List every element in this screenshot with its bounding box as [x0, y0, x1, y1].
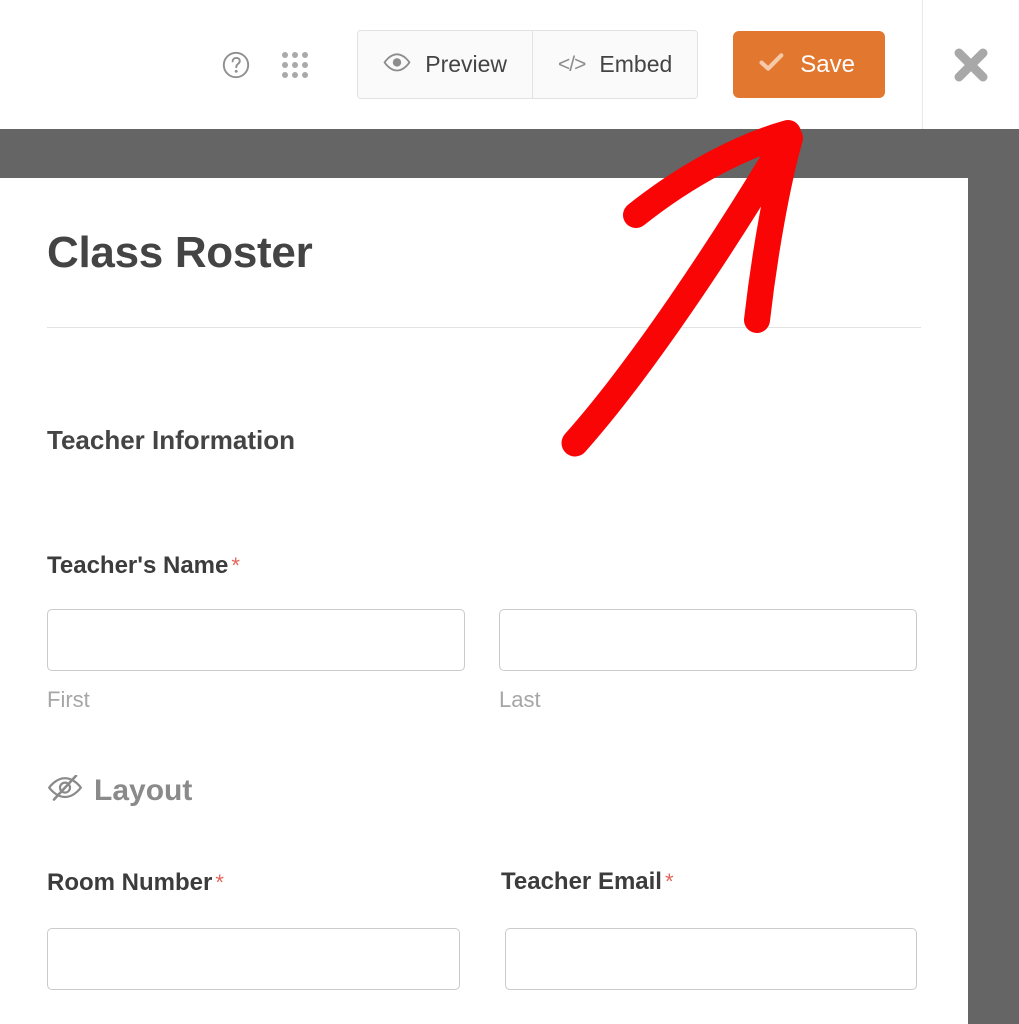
sublabel-first: First [47, 687, 90, 712]
check-icon [759, 51, 784, 79]
close-x-icon[interactable] [923, 0, 1019, 129]
label-teacher-email: Teacher Email * [501, 868, 674, 896]
app-grid-icon[interactable] [280, 50, 310, 80]
preview-button-label: Preview [425, 51, 508, 77]
app-screen: Preview </> Embed Save Class Roster Teac… [0, 0, 1019, 1024]
teacher-first-name-input[interactable] [47, 609, 465, 671]
embed-button[interactable]: </> Embed [532, 31, 698, 98]
required-asterisk: * [231, 553, 240, 578]
label-room-number: Room Number * [47, 869, 224, 897]
required-asterisk: * [664, 869, 674, 894]
save-button-label: Save [800, 50, 855, 78]
grid-dot [292, 71, 299, 78]
grid-dot [302, 71, 309, 78]
help-circle-icon[interactable] [221, 50, 251, 80]
teacher-email-input[interactable] [505, 928, 917, 990]
save-button[interactable]: Save [733, 31, 885, 98]
section-heading-teacher-information: Teacher Information [47, 425, 296, 455]
eye-icon [383, 51, 411, 78]
grid-dot [282, 61, 289, 68]
label-text: Teacher Email [501, 868, 662, 895]
grid-dot [292, 51, 299, 58]
label-teachers-name: Teacher's Name * [47, 552, 240, 580]
code-icon: </> [558, 52, 586, 76]
layout-section-heading[interactable]: Layout [47, 773, 193, 807]
embed-button-label: Embed [599, 51, 673, 77]
page-title: Class Roster [47, 228, 313, 277]
form-builder-toolbar: Preview </> Embed Save [0, 0, 1019, 129]
sublabel-last: Last [499, 687, 541, 712]
teacher-last-name-input[interactable] [499, 609, 917, 671]
required-asterisk: * [215, 870, 224, 895]
title-divider [47, 327, 921, 328]
grid-dot [292, 61, 299, 68]
layout-section-label: Layout [94, 773, 193, 807]
label-text: Teacher's Name [47, 552, 229, 579]
grid-dot [282, 51, 289, 58]
label-text: Room Number [47, 869, 213, 896]
preview-button[interactable]: Preview [358, 31, 533, 98]
grid-dot [302, 51, 309, 58]
grid-dot [302, 61, 309, 68]
room-number-input[interactable] [47, 928, 460, 990]
eye-slash-icon [47, 774, 83, 806]
grid-dot [282, 71, 289, 78]
preview-embed-button-group: Preview </> Embed [357, 30, 699, 99]
form-preview-panel [0, 178, 968, 1024]
